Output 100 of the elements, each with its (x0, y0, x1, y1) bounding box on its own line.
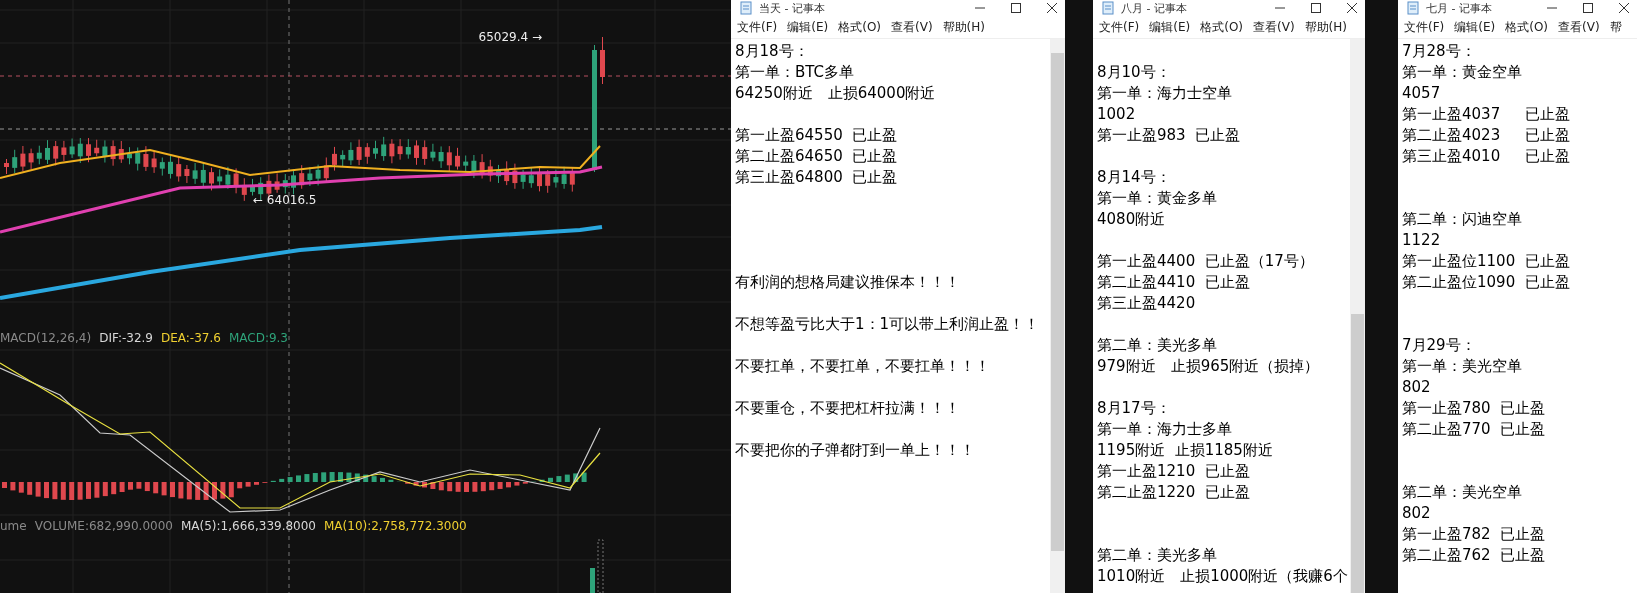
maximize-icon[interactable] (1311, 3, 1321, 13)
candlestick (504, 160, 510, 186)
histogram-bar (338, 472, 343, 482)
candlestick (53, 140, 59, 166)
candlestick (307, 166, 313, 187)
text-line: 1122 (1402, 231, 1441, 249)
candlestick (463, 155, 469, 173)
text-line: 第二止盈770 已止盈 (1402, 420, 1546, 438)
text-line: 4080附近 (1097, 210, 1166, 228)
candlestick (241, 177, 247, 202)
candlestick (422, 139, 428, 166)
scrollbar[interactable] (1350, 39, 1365, 593)
histogram-bar (254, 482, 259, 485)
histogram-bar (413, 482, 419, 486)
text-line: 不想等盈亏比大于1：1可以带上利润止盈！！ (735, 315, 1040, 333)
candlestick (340, 149, 346, 167)
text-line: 第二单：闪迪空单 (1402, 210, 1522, 228)
close-icon[interactable] (1047, 3, 1057, 13)
candlestick (430, 143, 436, 162)
candlestick (545, 169, 551, 194)
menu-item[interactable]: 查看(V) (1253, 18, 1295, 36)
candlestick (225, 166, 231, 190)
menu-item[interactable]: 帮助(H) (1304, 18, 1347, 36)
window-title: 八月 - 记事本 (1121, 0, 1187, 16)
maximize-icon[interactable] (1583, 3, 1593, 13)
histogram-bar (69, 482, 75, 500)
candlestick (217, 168, 223, 188)
candlestick (414, 139, 419, 166)
candlestick (127, 146, 132, 165)
maximize-icon[interactable] (1011, 3, 1021, 13)
menu-item[interactable]: 编辑(E) (1454, 18, 1496, 36)
indicator-value: VOLUME:682,990.0000 (34, 519, 173, 533)
menu-item[interactable]: 查看(V) (891, 18, 933, 36)
histogram-bar (430, 482, 436, 489)
candlestick (323, 157, 329, 183)
window-title: 当天 - 记事本 (759, 0, 825, 16)
histogram-bar (539, 479, 545, 482)
candlestick (250, 178, 255, 196)
text-line: 第一单：海力士空单 (1097, 84, 1232, 102)
candlestick (69, 138, 75, 159)
candlestick (28, 148, 34, 170)
text-line: 第三止盈4420 (1097, 294, 1196, 312)
text-line: 第一止盈4037 已止盈 (1402, 105, 1570, 123)
histogram-bar (119, 482, 125, 492)
text-line: 4057 (1402, 84, 1441, 102)
histogram-bar (27, 482, 33, 495)
text-line: 第二止盈位1090 已止盈 (1402, 273, 1570, 291)
menu-item[interactable]: 文件(F) (1404, 18, 1445, 36)
histogram-bar (60, 482, 66, 500)
histogram-bar (144, 482, 150, 492)
histogram-bar (506, 482, 511, 488)
histogram-bar (447, 482, 453, 492)
text-line: 8月14号： (1097, 168, 1171, 186)
histogram-bar (564, 474, 570, 482)
histogram-bar (111, 482, 117, 495)
menu-item[interactable]: 编辑(E) (787, 18, 829, 36)
menu-item[interactable]: 文件(F) (737, 18, 778, 36)
histogram-bar (279, 478, 285, 482)
high-price-label: 65029.4 → (478, 30, 542, 44)
notepad-icon (1101, 1, 1115, 15)
histogram-bar (86, 482, 91, 499)
menu-item[interactable]: 查看(V) (1558, 18, 1600, 36)
text-line: 第二止盈1220 已止盈 (1097, 483, 1250, 501)
histogram-bar (245, 482, 251, 487)
close-icon[interactable] (1347, 3, 1357, 13)
histogram-bar (346, 472, 352, 482)
candlestick (151, 151, 157, 174)
close-icon[interactable] (1619, 3, 1629, 13)
candlestick (192, 162, 198, 185)
text-line: 第二单：美光多单 (1097, 336, 1217, 354)
volume-bars-drawing (590, 539, 604, 593)
menu-item[interactable]: 格式(O) (838, 18, 882, 36)
candlestick (4, 158, 9, 175)
histogram-bar (312, 473, 318, 482)
histogram-bar (581, 472, 587, 482)
menu-item[interactable]: 编辑(E) (1149, 18, 1191, 36)
histogram-bar (195, 482, 201, 500)
text-line: 第二单：美光多单 (1097, 546, 1217, 564)
scrollbar[interactable] (1050, 39, 1065, 593)
candlestick (397, 138, 403, 161)
menu-item[interactable]: 格式(O) (1200, 18, 1244, 36)
candlestick (405, 138, 411, 160)
candlestick (315, 164, 321, 186)
histogram-bar (388, 479, 394, 482)
candlestick (381, 136, 387, 162)
menu-item[interactable]: 帮助(H) (942, 18, 985, 36)
candlestick (512, 163, 518, 190)
histogram-bar (237, 482, 243, 489)
text-line: 第一单：美光空单 (1402, 357, 1522, 375)
candlestick (233, 167, 239, 194)
histogram-bar (186, 482, 192, 500)
menu-item[interactable]: 格式(O) (1505, 18, 1549, 36)
candlestick (496, 164, 501, 184)
histogram-bar (422, 482, 427, 488)
histogram-bar (363, 474, 369, 482)
text-line: 第一止盈4400 已止盈（17号） (1097, 252, 1314, 270)
histogram-bar (220, 482, 226, 499)
menu-item[interactable]: 文件(F) (1099, 18, 1140, 36)
candlestick (110, 139, 116, 167)
menu-item[interactable]: 帮 (1609, 18, 1622, 36)
